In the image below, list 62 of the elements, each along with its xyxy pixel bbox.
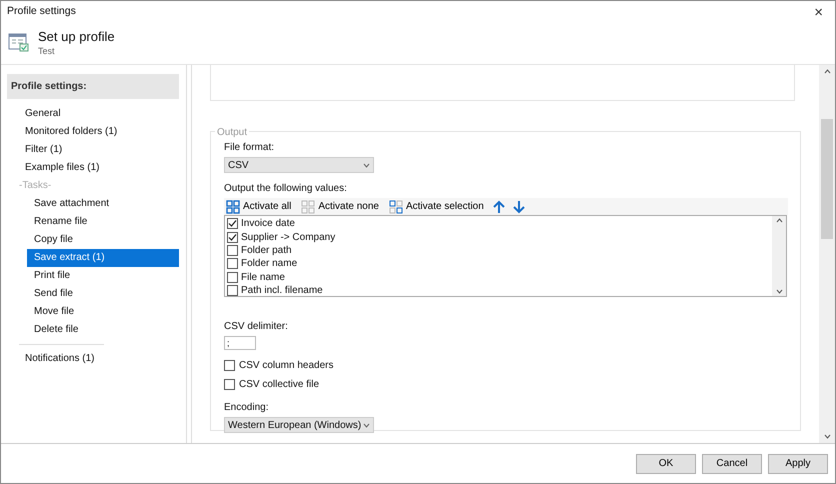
checkbox[interactable] xyxy=(227,244,238,256)
checkbox[interactable] xyxy=(227,272,238,283)
scroll-down-icon xyxy=(776,289,782,294)
scrollbar-thumb[interactable] xyxy=(821,119,833,239)
value-label: Invoice date xyxy=(241,217,295,232)
checkbox-label: CSV column headers xyxy=(239,359,334,373)
sidebar-item[interactable]: Monitored folders (1) xyxy=(7,123,179,141)
dialog-button[interactable]: Cancel xyxy=(702,454,762,474)
value-label: Folder name xyxy=(241,257,298,272)
arrow-up-icon[interactable] xyxy=(492,200,506,214)
group-title: Output xyxy=(215,125,250,140)
sidebar-item[interactable]: Example files (1) xyxy=(7,159,179,177)
field-label: Encoding: xyxy=(224,401,270,415)
sidebar-item[interactable]: Rename file xyxy=(27,213,179,231)
dropdown[interactable]: Western European (Windows) xyxy=(224,417,374,433)
value-label: Path incl. filename xyxy=(241,284,323,298)
settings-window-icon xyxy=(8,31,30,53)
dropdown[interactable]: CSV xyxy=(224,157,374,173)
arrow-down-icon[interactable] xyxy=(512,200,526,214)
grid-icon xyxy=(388,200,403,214)
checkbox[interactable] xyxy=(227,258,238,270)
value-label: Supplier -> Company xyxy=(241,230,336,245)
caret-icon xyxy=(363,162,370,168)
checkbox[interactable] xyxy=(224,360,235,371)
sidebar-item[interactable]: Send file xyxy=(27,285,179,303)
checkbox[interactable] xyxy=(227,285,238,296)
activate-all-button[interactable]: Activate all xyxy=(224,199,294,214)
field-label: Output the following values: xyxy=(224,182,348,196)
sidebar-item[interactable]: Move file xyxy=(27,303,179,321)
checkbox[interactable] xyxy=(227,232,238,243)
dialog-subtitle: Test xyxy=(38,44,56,58)
sidebar-item[interactable]: Save extract (1) xyxy=(27,249,179,267)
checkbox[interactable] xyxy=(224,379,235,390)
window-title: Profile settings xyxy=(7,4,76,20)
sidebar-item[interactable]: Filter (1) xyxy=(7,141,179,159)
sidebar-item[interactable]: Notifications (1) xyxy=(7,350,179,368)
delimiter-field[interactable]: ; xyxy=(224,336,256,350)
sidebar-item[interactable]: Print file xyxy=(27,267,179,285)
checkbox[interactable] xyxy=(227,218,238,230)
grid-icon xyxy=(301,200,316,214)
activate-none-button[interactable]: Activate none xyxy=(299,199,381,214)
scroll-up-icon xyxy=(776,218,782,223)
checkbox-label: CSV collective file xyxy=(239,378,320,392)
field-label: File format: xyxy=(224,141,276,155)
group-label: -Tasks- xyxy=(18,179,52,193)
dialog-button[interactable]: OK xyxy=(636,454,696,474)
caret-icon xyxy=(363,422,370,428)
scroll-down-icon xyxy=(824,434,830,439)
grid-icon xyxy=(226,200,240,214)
sidebar-heading: Profile settings: xyxy=(7,74,179,99)
value-label: File name xyxy=(241,270,285,285)
sidebar-item[interactable]: General xyxy=(7,105,179,123)
sidebar-item[interactable]: Save attachment xyxy=(27,195,179,213)
value-label: Folder path xyxy=(241,244,292,258)
sidebar-item[interactable]: Copy file xyxy=(27,231,179,249)
scroll-up-icon xyxy=(824,69,830,74)
close-button[interactable]: × xyxy=(808,4,829,20)
dialog-button[interactable]: Apply xyxy=(768,454,828,474)
activate-selection-button[interactable]: Activate selection xyxy=(386,199,486,214)
field-label: CSV delimiter: xyxy=(224,320,289,334)
dialog-heading: Set up profile xyxy=(38,29,115,45)
sidebar-item[interactable]: Delete file xyxy=(27,321,179,339)
